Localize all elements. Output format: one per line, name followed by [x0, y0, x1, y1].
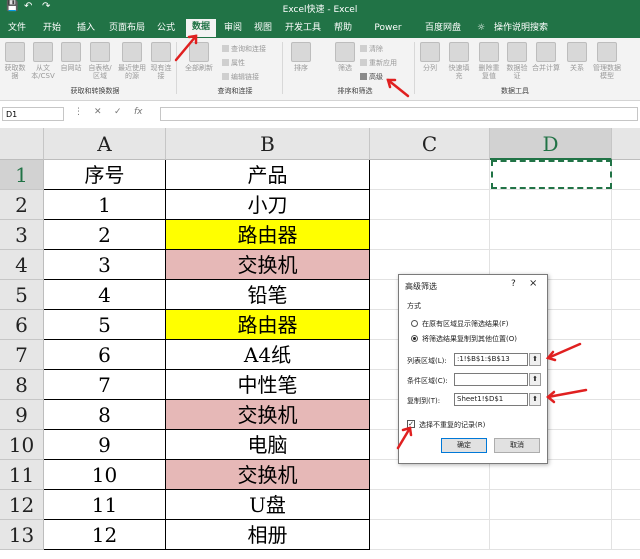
- arrow-to-data-tab: [174, 34, 198, 62]
- annotation-arrows: [174, 34, 588, 450]
- arrow-to-advanced: [386, 78, 410, 98]
